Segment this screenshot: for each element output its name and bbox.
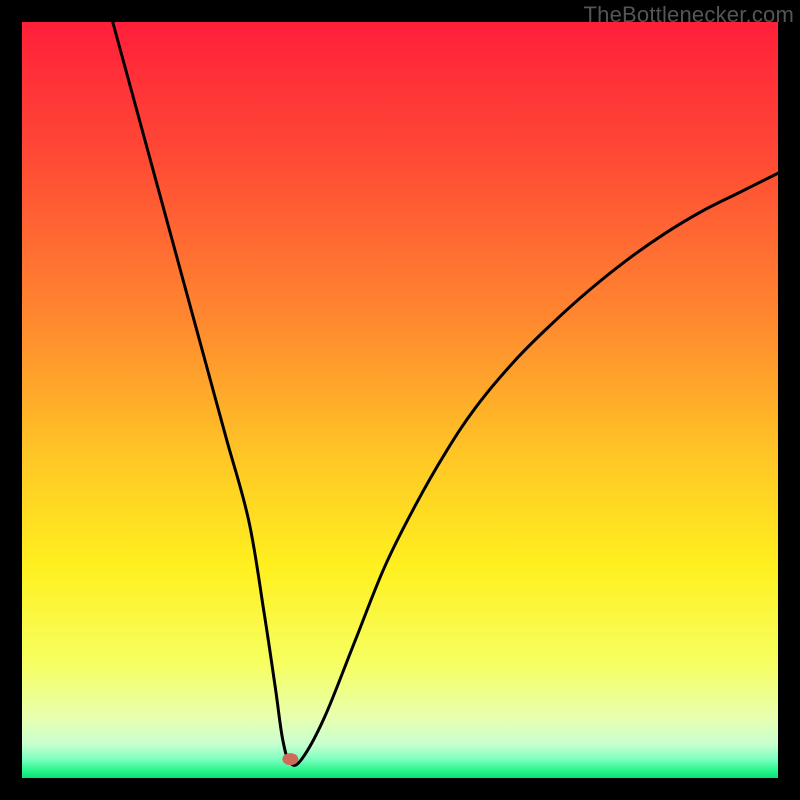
- gradient-background: [22, 22, 778, 778]
- watermark-text: TheBottlenecker.com: [584, 2, 794, 28]
- gradient-chart: [22, 22, 778, 778]
- chart-frame: TheBottlenecker.com: [0, 0, 800, 800]
- optimal-point-marker: [282, 753, 298, 765]
- plot-area: [22, 22, 778, 778]
